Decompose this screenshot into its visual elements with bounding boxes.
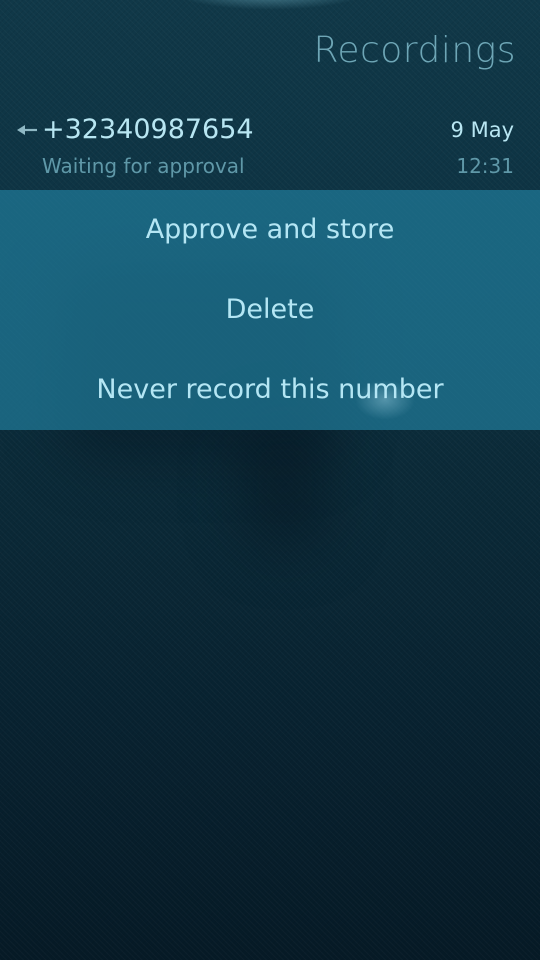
recording-status: Waiting for approval: [42, 154, 245, 178]
recording-list-item[interactable]: +32340987654 Waiting for approval 9 May …: [0, 108, 540, 188]
context-menu: Approve and store Delete Never record th…: [0, 190, 540, 430]
arrow-left-icon: [16, 122, 38, 138]
phone-number: +32340987654: [42, 114, 254, 145]
background-blur: [240, 420, 330, 550]
top-glow: [170, 0, 370, 10]
recording-date: 9 May: [450, 118, 514, 142]
recording-time: 12:31: [456, 154, 514, 178]
press-highlight: [355, 380, 415, 420]
delete-menu-item[interactable]: Delete: [0, 270, 540, 350]
approve-and-store-menu-item[interactable]: Approve and store: [0, 190, 540, 270]
page-title: Recordings: [313, 30, 516, 71]
never-record-menu-item[interactable]: Never record this number: [0, 350, 540, 430]
